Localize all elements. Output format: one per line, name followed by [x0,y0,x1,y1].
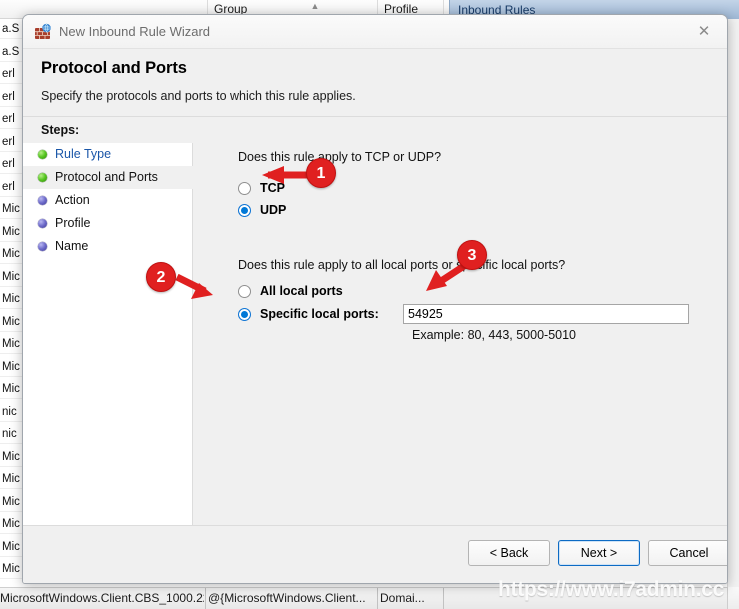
step-item-label: Action [55,193,90,207]
table-cell-name: a.S [2,45,20,58]
table-cell-name: Mic [2,225,20,238]
radio-udp-label: UDP [260,203,287,217]
ports-example-hint: Example: 80, 443, 5000-5010 [412,328,577,342]
dialog-body: Steps: Rule Type Protocol and Ports Action… [23,117,727,525]
table-cell-name: a.S [2,23,20,35]
status-cell-profile: Domai... [380,591,425,605]
step-item-label: Rule Type [55,147,112,161]
firewall-icon [34,23,52,41]
table-cell-name: nic [2,405,17,418]
table-cell-name: Mic [2,203,20,215]
back-button[interactable]: < Back [468,540,550,566]
watermark: https://www.i7admin.cc [498,578,724,601]
step-pending-icon [38,196,47,205]
step-pending-icon [38,242,47,251]
step-complete-icon [38,150,47,159]
table-cell-name: Mic [2,383,20,395]
radio-udp[interactable] [238,204,251,217]
table-cell-name: nic [2,428,17,440]
radio-tcp[interactable] [238,182,251,195]
screen: Group Profile ▲ Inbound Rules a.S a.S erl e… [0,0,739,609]
new-inbound-rule-wizard-dialog: New Inbound Rule Wizard ✕ Protocol and P… [22,14,728,584]
step-item-label: Protocol and Ports [55,170,158,184]
status-divider-1 [205,588,206,609]
scroll-corner [727,587,739,609]
status-divider-2 [377,588,378,609]
status-cell-name: MicrosoftWindows.Client.CBS_1000.22... [0,591,204,605]
step-item-profile[interactable]: Profile [23,212,193,235]
table-cell-name: erl [2,135,15,148]
step-pending-icon [38,219,47,228]
table-cell-name: erl [2,68,15,80]
page-title: Protocol and Ports [41,59,187,77]
step-item-rule-type[interactable]: Rule Type [23,143,193,166]
step-item-protocol-and-ports[interactable]: Protocol and Ports [23,166,193,189]
table-cell-name: Mic [2,270,20,283]
dialog-footer: < Back Next > Cancel [23,525,727,583]
status-cell-group: @{MicrosoftWindows.Client... [208,591,366,605]
radio-specific-local-ports-label: Specific local ports: [260,307,379,321]
table-cell-name: erl [2,90,15,103]
table-cell-name: Mic [2,338,20,350]
table-cell-name: erl [2,180,15,193]
annotation-badge-2: 2 [146,262,176,292]
close-icon[interactable]: ✕ [681,15,727,48]
specific-ports-input[interactable] [403,304,689,324]
table-cell-name: Mic [2,518,20,530]
step-complete-icon [38,173,47,182]
radio-tcp-label: TCP [260,181,285,195]
table-cell-name: erl [2,158,15,170]
next-button[interactable]: Next > [558,540,640,566]
table-cell-name: Mic [2,495,20,508]
status-divider-3 [443,588,444,609]
steps-pane: Steps: Rule Type Protocol and Ports Action… [23,117,193,525]
table-cell-name: Mic [2,450,20,463]
table-cell-name: Mic [2,293,20,305]
content-pane: Does this rule apply to TCP or UDP? TCP … [194,117,727,525]
cancel-button[interactable]: Cancel [648,540,727,566]
rules-list-scrollbar[interactable] [727,19,739,587]
radio-all-local-ports[interactable] [238,285,251,298]
annotation-badge-3: 3 [457,240,487,270]
step-item-name[interactable]: Name [23,235,193,258]
sort-ascending-icon: ▲ [310,1,320,11]
radio-specific-local-ports[interactable] [238,308,251,321]
step-item-action[interactable]: Action [23,189,193,212]
table-cell-name: erl [2,113,15,125]
dialog-header-band: Protocol and Ports Specify the protocols… [23,49,727,117]
table-cell-name: Mic [2,360,20,373]
step-item-label: Name [55,239,89,253]
dialog-title: New Inbound Rule Wizard [59,24,211,39]
table-cell-name: Mic [2,248,20,260]
annotation-badge-1: 1 [306,158,336,188]
radio-all-local-ports-label: All local ports [260,284,343,298]
table-cell-name: Mic [2,473,20,485]
page-subtitle: Specify the protocols and ports to which… [41,89,356,103]
dialog-titlebar[interactable]: New Inbound Rule Wizard ✕ [23,15,727,49]
protocol-question: Does this rule apply to TCP or UDP? [238,150,442,164]
table-cell-name: Mic [2,315,20,328]
table-cell-name: Mic [2,563,20,575]
table-cell-name: Mic [2,540,20,553]
ports-question: Does this rule apply to all local ports … [238,258,566,272]
steps-header: Steps: [23,117,193,143]
step-item-label: Profile [55,216,91,230]
